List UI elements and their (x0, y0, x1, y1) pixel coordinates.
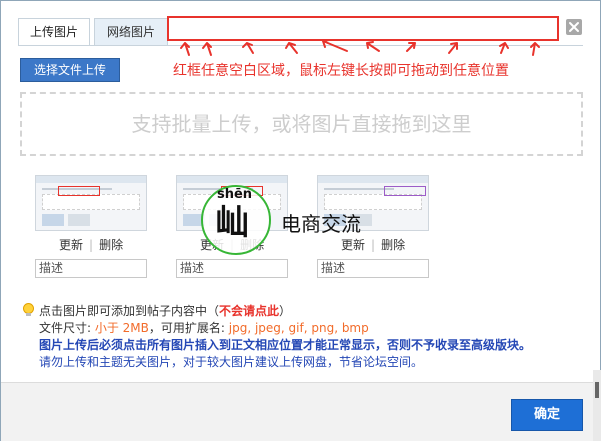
drop-zone[interactable]: 支持批量上传，或将图片直接拖到这里 (20, 92, 583, 156)
description-input[interactable]: 描述 (317, 259, 429, 278)
close-icon (569, 22, 579, 32)
allowed-extensions: jpg, jpeg, gif, png, bmp (228, 321, 369, 335)
info-line-4: 请勿上传和主题无关图片，对于较大图片建议上传网盘，节省论坛空间。 (39, 355, 424, 369)
drag-arrows-icon (180, 39, 540, 56)
close-button[interactable] (566, 19, 582, 35)
watermark-text: 电商交流 (281, 212, 361, 236)
scrollbar-thumb[interactable] (595, 382, 599, 398)
description-input[interactable]: 描述 (176, 259, 288, 278)
watermark-pinyin: shēn (217, 187, 253, 202)
image-actions: 更新 | 删除 (59, 236, 123, 253)
delete-link[interactable]: 删除 (381, 238, 405, 252)
help-link[interactable]: 不会请点此 (219, 304, 279, 318)
info-line-1: 点击图片即可添加到帖子内容中（不会请点此） (39, 304, 292, 318)
delete-link[interactable]: 删除 (99, 238, 123, 252)
scrollbar-track[interactable] (593, 370, 601, 441)
file-size-limit: 小于 2MB (94, 321, 149, 335)
confirm-button[interactable]: 确定 (511, 399, 583, 431)
separator: | (89, 238, 94, 252)
upload-info: 点击图片即可添加到帖子内容中（不会请点此） 文件尺寸: 小于 2MB，可用扩展名… (39, 303, 531, 371)
update-link[interactable]: 更新 (341, 238, 365, 252)
image-actions: 更新 | 删除 (341, 236, 405, 253)
update-link[interactable]: 更新 (59, 238, 83, 252)
tab-upload-image[interactable]: 上传图片 (18, 18, 90, 46)
info-line-3: 图片上传后必须点击所有图片插入到正文相应位置才能正常显示，否则不予收录至高级版块… (39, 338, 532, 352)
image-thumbnail[interactable] (35, 175, 147, 231)
lightbulb-icon (23, 303, 34, 316)
info-line-2: 文件尺寸: 小于 2MB，可用扩展名: jpg, jpeg, gif, png,… (39, 321, 369, 335)
description-input[interactable]: 描述 (35, 259, 147, 278)
tab-web-image[interactable]: 网络图片 (94, 18, 168, 46)
drag-instruction-note: 红框任意空白区域，鼠标左键长按即可拖动到任意位置 (173, 63, 509, 79)
watermark-glyph: 屾 (215, 203, 249, 243)
select-file-upload-button[interactable]: 选择文件上传 (20, 58, 120, 82)
upload-dialog: 上传图片 网络图片 红框任意空白区域，鼠标左键长按即可拖动到任意位置 选择文件上… (0, 0, 601, 441)
separator: | (371, 238, 376, 252)
